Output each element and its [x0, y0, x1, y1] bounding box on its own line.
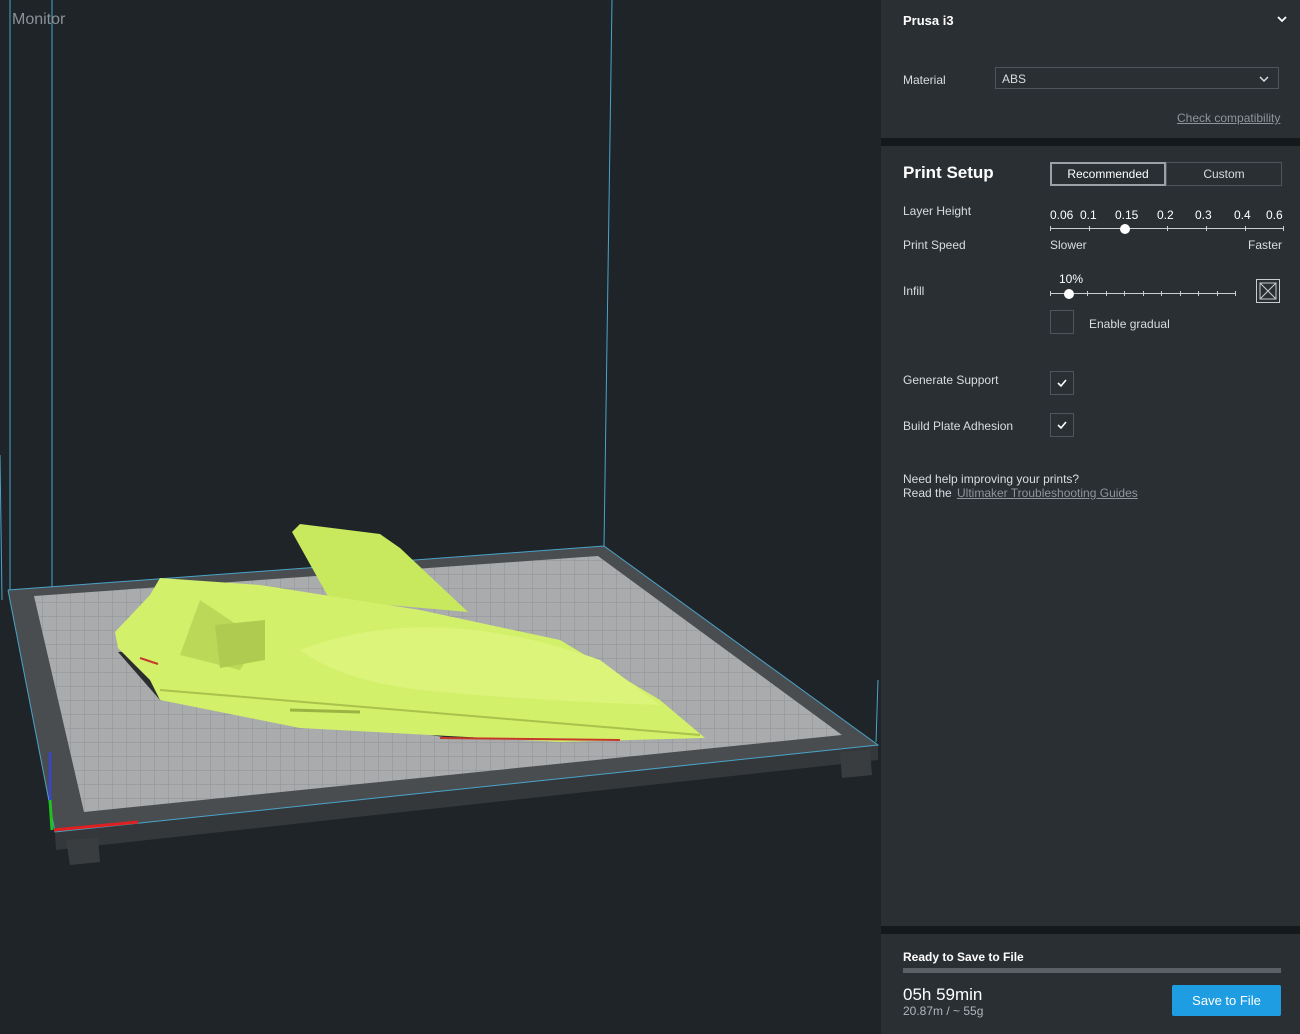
build-plate-adhesion-label: Build Plate Adhesion	[903, 419, 1014, 433]
layer-height-option[interactable]: 0.6	[1266, 208, 1283, 222]
print-speed-label: Print Speed	[903, 238, 966, 252]
3d-viewport[interactable]: Monitor	[0, 0, 881, 1034]
slider-tick	[1198, 291, 1199, 296]
print-time: 05h 59min	[903, 985, 983, 1004]
check-icon	[1057, 379, 1067, 388]
printer-selector[interactable]: Prusa i3	[903, 13, 954, 28]
infill-value: 10%	[1059, 272, 1084, 286]
enable-gradual-checkbox[interactable]	[1050, 310, 1074, 334]
slider-tick	[1206, 226, 1207, 231]
material-select[interactable]: ABS	[995, 67, 1279, 89]
slider-tick	[1180, 291, 1181, 296]
generate-support-label: Generate Support	[903, 373, 999, 387]
slider-tick	[1124, 291, 1125, 296]
troubleshooting-guides-link[interactable]: Ultimaker Troubleshooting Guides	[957, 486, 1138, 500]
check-compatibility-link[interactable]: Check compatibility	[1177, 111, 1280, 125]
print-setup-title: Print Setup	[903, 163, 994, 182]
help-text: Need help improving your prints?	[903, 472, 1080, 486]
slider-tick	[1087, 291, 1088, 296]
layer-height-option[interactable]: 0.3	[1195, 208, 1212, 222]
job-status-panel: Ready to Save to File 05h 59min 20.87m /…	[881, 934, 1300, 1034]
enable-gradual-label: Enable gradual	[1089, 317, 1170, 331]
layer-height-option[interactable]: 0.1	[1080, 208, 1097, 222]
layer-height-option[interactable]: 0.15	[1115, 208, 1138, 222]
slider-tick	[1089, 226, 1090, 231]
layer-height-option[interactable]: 0.2	[1157, 208, 1174, 222]
monitor-stage-label[interactable]: Monitor	[12, 11, 65, 29]
settings-sidebar: Prusa i3 Material ABS Check compatibilit…	[881, 0, 1300, 1034]
slider-tick	[1106, 291, 1107, 296]
material-label: Material	[903, 73, 946, 87]
save-to-file-button[interactable]: Save to File	[1172, 985, 1281, 1016]
layer-height-option[interactable]: 0.06	[1050, 208, 1073, 222]
material-usage: 20.87m / ~ 55g	[903, 1004, 984, 1018]
slider-tick	[1050, 226, 1051, 231]
slider-tick	[1050, 291, 1051, 296]
infill-label: Infill	[903, 284, 925, 298]
layer-height-option[interactable]: 0.4	[1234, 208, 1251, 222]
progress-fill	[903, 968, 1281, 973]
slider-tick	[1283, 226, 1284, 231]
check-icon	[1057, 421, 1067, 430]
slider-tick	[1235, 291, 1236, 296]
tab-recommended[interactable]: Recommended	[1050, 162, 1166, 186]
slider-tick	[1167, 226, 1168, 231]
slider-tick	[1245, 226, 1246, 231]
slider-tick	[1217, 291, 1218, 296]
chevron-down-icon	[1259, 76, 1269, 83]
generate-support-checkbox[interactable]	[1050, 371, 1074, 395]
print-setup-panel: Print Setup Recommended Custom Layer Hei…	[881, 146, 1300, 926]
build-volume-scene[interactable]	[0, 0, 881, 1034]
tab-custom[interactable]: Custom	[1166, 162, 1282, 186]
faster-label: Faster	[1248, 238, 1283, 252]
build-plate-adhesion-checkbox[interactable]	[1050, 413, 1074, 437]
job-progress-bar	[903, 968, 1281, 973]
slider-tick	[1143, 291, 1144, 296]
machine-panel: Prusa i3 Material ABS Check compatibilit…	[881, 0, 1300, 138]
layer-height-label: Layer Height	[903, 204, 972, 218]
layer-height-handle[interactable]	[1120, 224, 1130, 234]
infill-pattern-icon	[1256, 279, 1280, 303]
slider-tick	[1161, 291, 1162, 296]
job-status-title: Ready to Save to File	[903, 950, 1024, 964]
infill-handle[interactable]	[1064, 289, 1074, 299]
material-value: ABS	[1002, 72, 1027, 86]
y-axis-indicator	[48, 799, 54, 831]
help-text-prefix: Read the	[903, 486, 952, 500]
slower-label: Slower	[1050, 238, 1087, 252]
chevron-down-icon[interactable]	[1275, 12, 1289, 26]
